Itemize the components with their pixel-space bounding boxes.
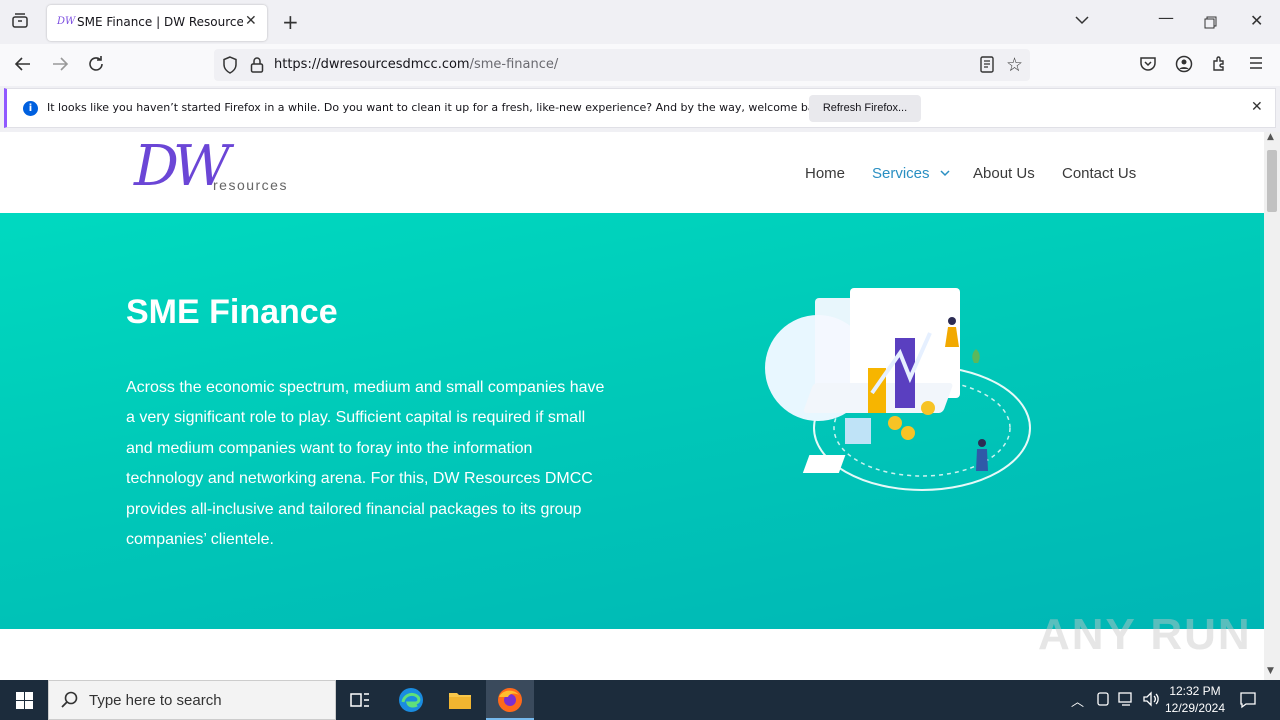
site-header: DW resources Home Services About Us Cont… — [0, 132, 1264, 213]
url-path: /sme-finance/ — [469, 57, 559, 72]
page-scrollbar[interactable]: ▲ ▼ — [1264, 132, 1280, 680]
extensions-icon[interactable] — [1211, 55, 1229, 77]
nav-home[interactable]: Home — [805, 165, 845, 182]
illustration-cube — [845, 418, 871, 444]
url-host: https://dwresourcesdmcc.com — [274, 57, 470, 72]
browser-nav-bar: https://dwresourcesdmcc.com/sme-finance/… — [0, 44, 1280, 86]
file-explorer-icon[interactable] — [448, 689, 472, 715]
search-icon — [61, 691, 79, 713]
close-window-icon[interactable]: ✕ — [1250, 11, 1263, 30]
edge-icon[interactable] — [398, 687, 424, 717]
url-bar[interactable]: https://dwresourcesdmcc.com/sme-finance/… — [214, 49, 1030, 81]
tab-list-icon[interactable] — [11, 12, 29, 34]
tab-close-icon[interactable]: ✕ — [245, 13, 257, 29]
nav-contact-us[interactable]: Contact Us — [1062, 165, 1136, 182]
browser-tab[interactable]: DW SME Finance | DW Resources DMCC ✕ — [47, 5, 267, 41]
taskbar: Type here to search ︿ 12:32 PM 12/29/202… — [0, 680, 1280, 720]
firefox-taskbar-item[interactable] — [486, 680, 534, 720]
reader-view-icon[interactable] — [980, 56, 994, 77]
clock-date[interactable]: 12/29/2024 — [1162, 701, 1228, 715]
info-icon: i — [23, 101, 38, 116]
illustration-person-head — [978, 439, 986, 447]
url-text[interactable]: https://dwresourcesdmcc.com/sme-finance/ — [274, 57, 558, 72]
star-icon[interactable]: ☆ — [1006, 54, 1023, 76]
web-content: DW resources Home Services About Us Cont… — [0, 132, 1264, 680]
volume-icon[interactable] — [1142, 691, 1160, 711]
taskbar-search-placeholder: Type here to search — [89, 692, 222, 709]
minimize-icon[interactable]: — — [1158, 8, 1174, 27]
clock-time[interactable]: 12:32 PM — [1166, 684, 1224, 698]
logo-mark: DW — [134, 134, 231, 199]
menu-icon[interactable] — [1248, 55, 1264, 75]
windows-start-icon[interactable] — [16, 692, 33, 713]
illustration-coin — [901, 426, 915, 440]
logo-wordmark: resources — [213, 177, 288, 193]
tray-meet-icon[interactable] — [1096, 691, 1110, 711]
favicon-icon: DW — [57, 16, 76, 27]
taskbar-search-box[interactable]: Type here to search — [48, 680, 336, 720]
account-icon[interactable] — [1175, 55, 1193, 77]
forward-icon[interactable] — [51, 55, 69, 77]
refresh-firefox-button[interactable]: Refresh Firefox... — [809, 95, 921, 122]
tab-title: SME Finance | DW Resources DMCC — [77, 15, 243, 29]
notification-bar: i It looks like you haven’t started Fire… — [4, 88, 1276, 128]
notification-close-icon[interactable]: ✕ — [1251, 99, 1263, 115]
pocket-icon[interactable] — [1139, 55, 1157, 77]
back-icon[interactable] — [14, 55, 32, 77]
illustration-document — [802, 455, 846, 473]
nav-services-label: Services — [872, 165, 930, 182]
scroll-down-icon[interactable]: ▼ — [1267, 666, 1274, 676]
hero-section: SME Finance Across the economic spectrum… — [0, 213, 1264, 629]
scroll-up-icon[interactable]: ▲ — [1267, 132, 1274, 142]
notifications-icon[interactable] — [1239, 691, 1257, 713]
finance-illustration — [765, 288, 1031, 491]
nav-services[interactable]: Services — [872, 165, 950, 182]
lock-icon[interactable] — [250, 56, 264, 78]
new-tab-icon[interactable]: + — [282, 10, 299, 34]
shield-icon[interactable] — [222, 56, 238, 78]
firefox-icon — [497, 687, 523, 717]
hero-description: Across the economic spectrum, medium and… — [126, 379, 605, 549]
chevron-down-icon[interactable] — [1074, 12, 1090, 32]
page-title: SME Finance — [126, 293, 338, 331]
notification-text: It looks like you haven’t started Firefo… — [47, 101, 832, 114]
illustration-person-body — [976, 449, 988, 471]
network-icon[interactable] — [1118, 691, 1136, 711]
watermark: ANY RUN — [1038, 610, 1252, 659]
browser-tab-bar: DW SME Finance | DW Resources DMCC ✕ + —… — [0, 0, 1280, 44]
illustration-plant — [972, 349, 980, 363]
chevron-down-icon — [940, 170, 950, 177]
reload-icon[interactable] — [87, 55, 105, 77]
tray-chevron-up-icon[interactable]: ︿ — [1071, 691, 1084, 710]
task-view-icon[interactable] — [350, 691, 370, 713]
illustration-person-head — [948, 317, 956, 325]
scrollbar-thumb[interactable] — [1267, 150, 1277, 212]
restore-icon[interactable] — [1204, 14, 1217, 33]
illustration-coin — [921, 401, 935, 415]
illustration-coin — [888, 416, 902, 430]
nav-about-us[interactable]: About Us — [973, 165, 1035, 182]
